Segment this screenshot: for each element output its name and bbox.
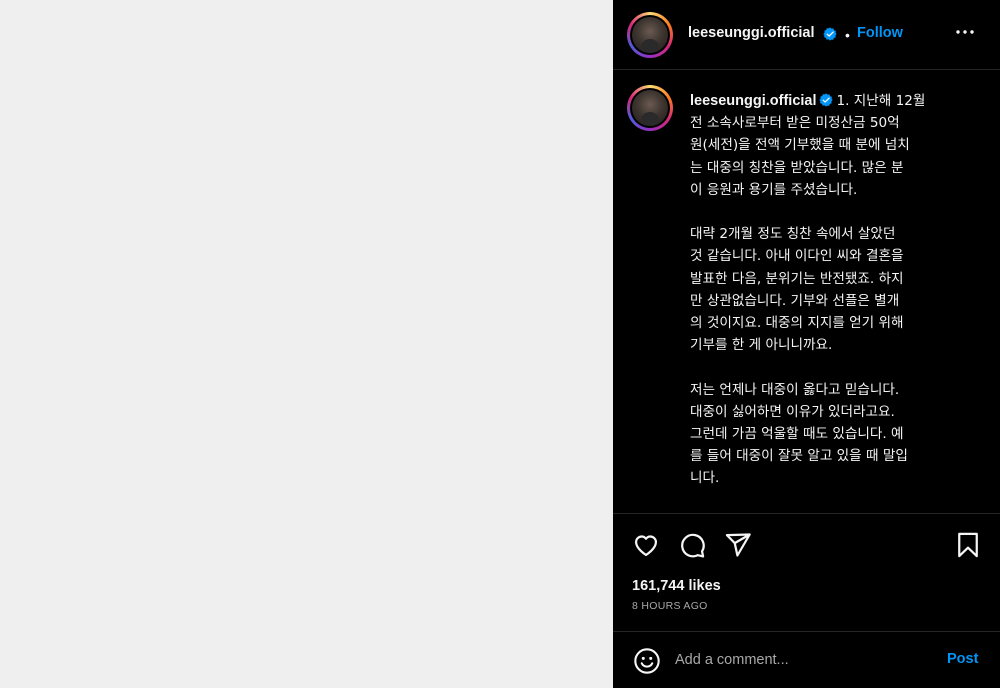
caption-body: 1. 지난해 12월 전 소속사로부터 받은 미정산금 50억 원(세전)을 전… xyxy=(690,93,926,487)
post-comment-button[interactable]: Post xyxy=(947,651,978,667)
media-area xyxy=(0,0,613,688)
caption-scroll-area[interactable]: leeseunggi.official 1. 지난해 12월 전 소속사로부터 받… xyxy=(613,71,1000,513)
post-timestamp[interactable]: 8 HOURS AGO xyxy=(632,600,708,612)
header-username[interactable]: leeseunggi.official xyxy=(688,25,815,41)
separator-dot: • xyxy=(845,27,850,43)
post-header: leeseunggi.official • Follow xyxy=(613,0,1000,70)
avatar[interactable] xyxy=(627,12,673,58)
caption: leeseunggi.official 1. 지난해 12월 전 소속사로부터 받… xyxy=(690,90,963,513)
comment-bubble-icon[interactable] xyxy=(678,531,706,559)
comment-input[interactable] xyxy=(675,648,925,672)
caption-avatar[interactable] xyxy=(627,85,673,131)
caption-username[interactable]: leeseunggi.official xyxy=(690,93,817,109)
paper-plane-icon[interactable] xyxy=(724,531,752,559)
post-side-panel: leeseunggi.official • Follow leeseunggi.… xyxy=(613,0,1000,688)
verified-badge-icon xyxy=(818,93,833,107)
more-options-icon[interactable] xyxy=(953,20,977,44)
verified-badge-icon xyxy=(823,27,837,41)
likes-count[interactable]: 161,744 likes xyxy=(632,578,721,594)
heart-icon[interactable] xyxy=(632,531,660,559)
bookmark-icon[interactable] xyxy=(954,531,982,559)
avatar-image xyxy=(632,90,668,126)
follow-button[interactable]: Follow xyxy=(857,25,903,41)
comment-bar: Post xyxy=(613,631,1000,688)
avatar-image xyxy=(632,17,668,53)
action-bar: 161,744 likes 8 HOURS AGO xyxy=(613,513,1000,633)
smiley-icon[interactable] xyxy=(633,647,661,675)
